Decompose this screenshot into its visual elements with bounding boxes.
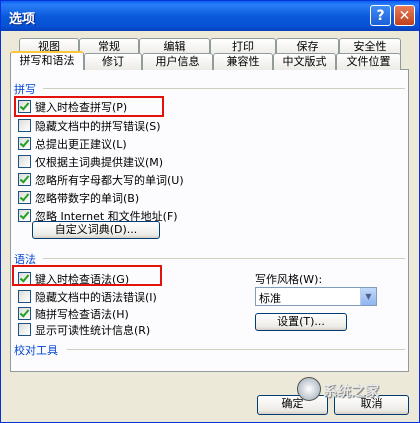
tab-compatibility[interactable]: 兼容性 <box>213 53 273 70</box>
checkbox-label: 隐藏文档中的语法错误(I) <box>35 291 157 304</box>
help-button[interactable]: ? <box>370 5 391 26</box>
checkbox-icon[interactable] <box>18 323 31 336</box>
tab-chinese-layout[interactable]: 中文版式 <box>273 53 336 70</box>
checkbox-icon[interactable] <box>18 173 31 186</box>
spelling-divider <box>43 88 405 89</box>
tab-row-front: 拼写和语法 修订 用户信息 兼容性 中文版式 文件位置 <box>1 51 419 70</box>
writing-style-value: 标准 <box>259 292 281 305</box>
checkbox-icon[interactable] <box>18 119 31 132</box>
tab-spelling-grammar[interactable]: 拼写和语法 <box>10 51 84 70</box>
checkbox-icon[interactable] <box>18 307 31 320</box>
checkbox-icon[interactable] <box>18 290 31 303</box>
tab-track-changes[interactable]: 修订 <box>84 53 142 70</box>
checkbox-label: 随拼写检查语法(H) <box>35 308 129 321</box>
title-bar: 选项 ? ✕ <box>1 1 419 31</box>
checkbox-label: 隐藏文档中的拼写错误(S) <box>35 120 161 133</box>
proofing-section-label: 校对工具 <box>14 344 58 357</box>
highlight-grammar-option <box>12 265 162 286</box>
checkbox-icon[interactable] <box>18 137 31 150</box>
writing-style-select[interactable]: 标准 ▼ <box>255 287 377 306</box>
chevron-down-icon[interactable]: ▼ <box>360 288 376 305</box>
tab-user-info[interactable]: 用户信息 <box>142 53 213 70</box>
spelling-section-label: 拼写 <box>14 83 36 96</box>
checkbox-icon[interactable] <box>18 191 31 204</box>
writing-style-label: 写作风格(W): <box>255 273 323 286</box>
close-button[interactable]: ✕ <box>394 5 415 26</box>
watermark-text: 系统之家 <box>323 384 379 400</box>
settings-button[interactable]: 设置(T)... <box>255 313 347 331</box>
checkbox-label: 仅根据主词典提供建议(M) <box>35 156 164 169</box>
dialog-title: 选项 <box>9 12 36 27</box>
options-dialog: 选项 ? ✕ 视图 常规 编辑 打印 保存 安全性 拼写和语法 修订 用户信息 … <box>0 0 420 423</box>
checkbox-label: 显示可读性统计信息(R) <box>35 324 151 337</box>
tab-file-locations[interactable]: 文件位置 <box>336 53 401 70</box>
checkbox-label: 忽略带数字的单词(B) <box>35 192 140 205</box>
checkbox-icon[interactable] <box>18 209 31 222</box>
custom-dictionaries-button[interactable]: 自定义词典(D)... <box>32 221 160 239</box>
highlight-spelling-option <box>14 96 164 117</box>
checkbox-label: 忽略所有字母都大写的单词(U) <box>35 174 184 187</box>
close-icon: ✕ <box>398 8 411 24</box>
grammar-divider <box>43 258 405 259</box>
watermark-logo-icon <box>297 377 321 401</box>
checkbox-label: 总提出更正建议(L) <box>35 138 127 151</box>
ok-button[interactable]: 确定 <box>257 395 328 415</box>
help-icon: ? <box>376 8 385 24</box>
proofing-divider <box>67 349 405 350</box>
checkbox-icon[interactable] <box>18 155 31 168</box>
